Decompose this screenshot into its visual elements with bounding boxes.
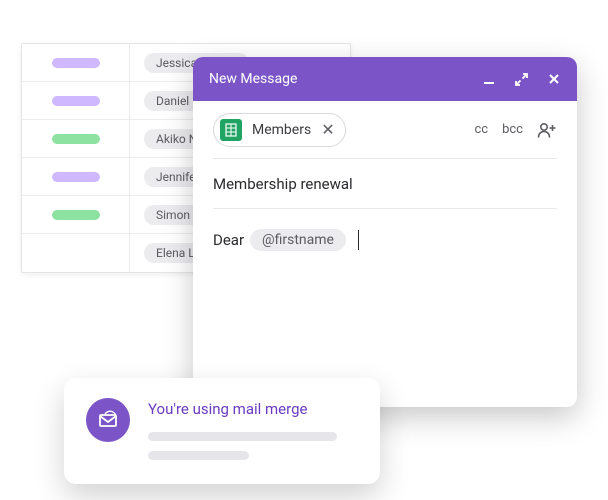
status-cell	[22, 196, 130, 233]
cc-link[interactable]: cc	[474, 122, 488, 137]
compose-title: New Message	[209, 71, 297, 87]
status-pill	[52, 172, 100, 182]
status-cell	[22, 158, 130, 195]
bcc-link[interactable]: bcc	[502, 122, 523, 137]
close-icon[interactable]	[547, 72, 561, 86]
skeleton-line	[148, 451, 249, 460]
subject-input[interactable]: Membership renewal	[213, 159, 557, 209]
minimize-icon[interactable]	[482, 72, 496, 86]
add-recipient-icon[interactable]	[537, 121, 557, 139]
merge-field-chip: @firstname	[250, 229, 346, 251]
status-cell	[22, 120, 130, 157]
expand-icon[interactable]	[514, 72, 529, 87]
mail-merge-icon	[86, 398, 130, 442]
status-pill	[52, 134, 100, 144]
compose-header: New Message	[193, 57, 577, 101]
status-cell	[22, 44, 130, 81]
status-cell	[22, 82, 130, 119]
sheets-icon	[220, 119, 242, 141]
remove-chip-icon[interactable]: ✕	[321, 122, 334, 138]
body-text: Dear	[213, 231, 244, 249]
notice-title: You're using mail merge	[148, 400, 358, 418]
status-cell	[22, 234, 130, 272]
message-body[interactable]: Dear @firstname	[213, 209, 557, 271]
subject-text: Membership renewal	[213, 175, 353, 193]
text-caret	[358, 230, 359, 250]
skeleton-line	[148, 432, 337, 441]
compose-window: New Message	[193, 57, 577, 407]
mail-merge-notice: You're using mail merge	[64, 378, 380, 484]
status-pill	[52, 96, 100, 106]
recipients-row[interactable]: Members ✕ cc bcc	[213, 101, 557, 159]
status-pill	[52, 210, 100, 220]
status-pill	[52, 58, 100, 68]
recipient-chip[interactable]: Members ✕	[213, 113, 346, 147]
recipient-chip-label: Members	[252, 122, 311, 138]
